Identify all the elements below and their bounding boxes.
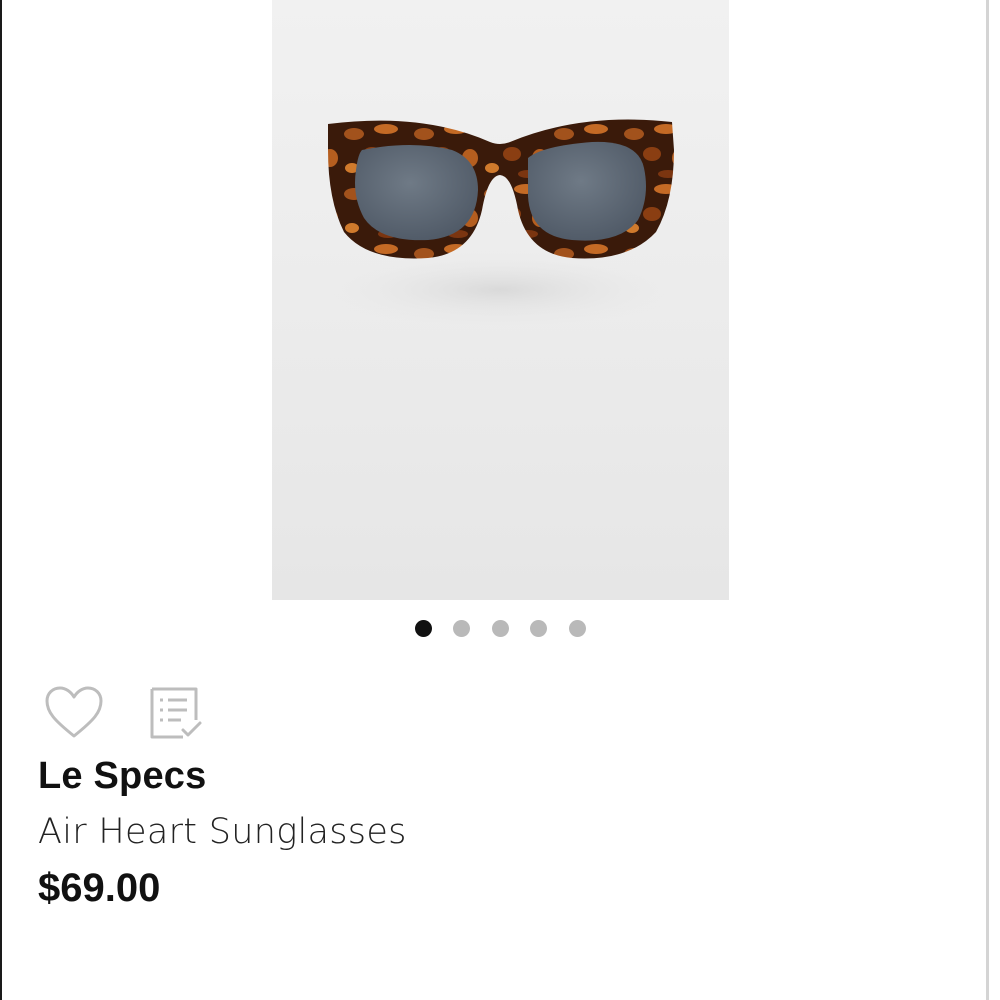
image-pagination — [0, 620, 1000, 638]
screen-margin-right — [989, 0, 1000, 1000]
screen-edge-left — [0, 0, 2, 1000]
product-price: $69.00 — [38, 866, 161, 910]
product-image[interactable] — [272, 0, 729, 600]
favorite-button[interactable] — [44, 686, 104, 740]
checklist-icon — [150, 687, 202, 739]
add-to-list-button[interactable] — [149, 686, 203, 740]
page-dot-5[interactable] — [569, 620, 586, 637]
page-dot-2[interactable] — [453, 620, 470, 637]
sunglasses-illustration — [310, 119, 690, 330]
product-title: Air Heart Sunglasses — [38, 812, 407, 852]
page-dot-4[interactable] — [530, 620, 547, 637]
page-dot-1[interactable] — [415, 620, 432, 637]
brand-name[interactable]: Le Specs — [38, 755, 206, 798]
page-dot-3[interactable] — [492, 620, 509, 637]
heart-outline-icon — [45, 686, 103, 738]
